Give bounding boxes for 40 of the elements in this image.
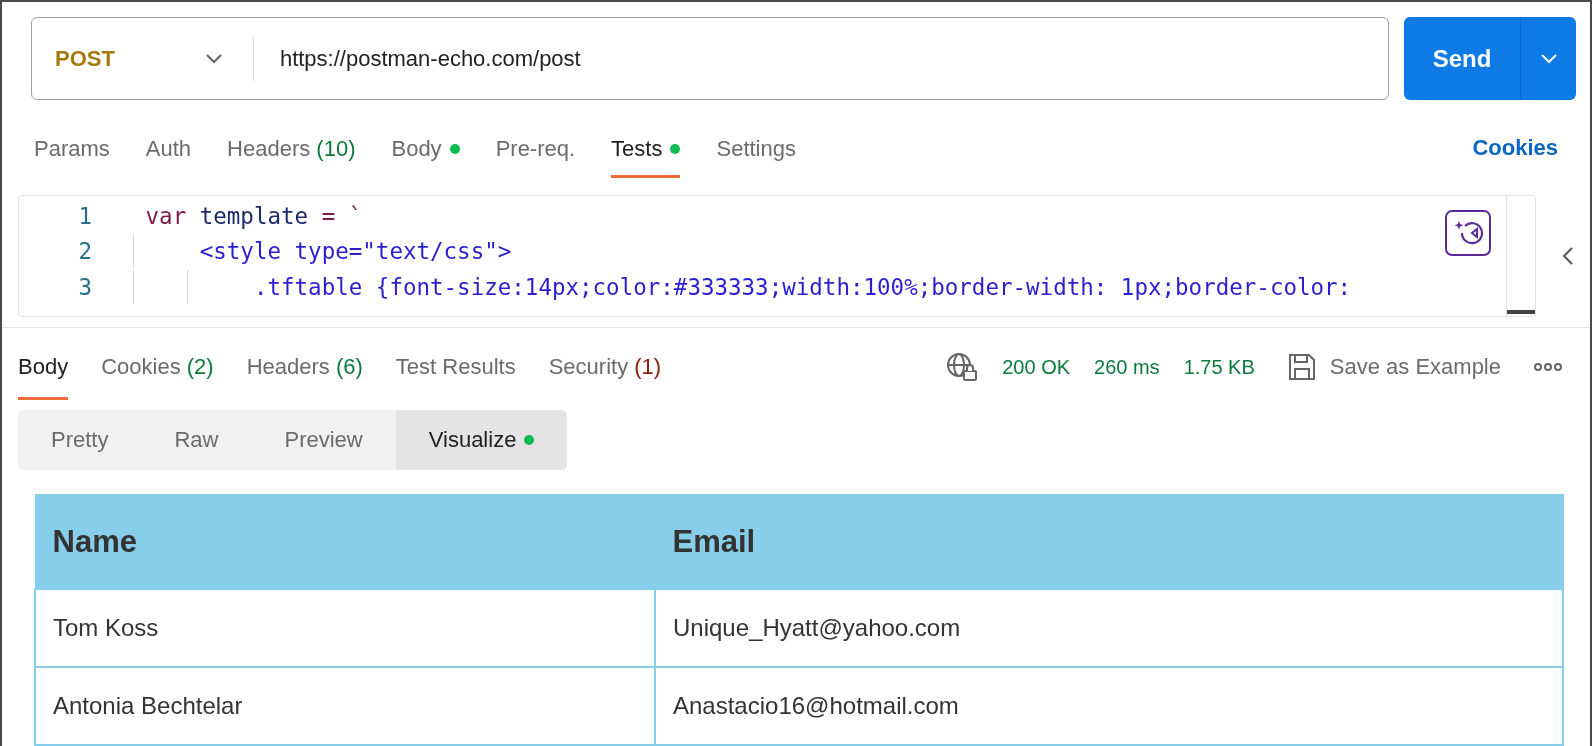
- response-tab[interactable]: Security (1): [548, 328, 662, 406]
- request-tab[interactable]: Body: [391, 100, 460, 195]
- more-icon[interactable]: [1534, 362, 1562, 372]
- code-editor[interactable]: 1 var template = ` 2 <style type="text/css"> 3 .tftable {font-size:14px;color:#333333;width:100%;border-width: 1px;border-color:: [18, 195, 1536, 317]
- column-header: Name: [35, 494, 655, 589]
- response-tab[interactable]: Cookies (2): [101, 328, 214, 406]
- table-cell: Tom Koss: [35, 589, 655, 667]
- cookies-link[interactable]: Cookies: [1472, 134, 1558, 161]
- chevron-down-icon: [204, 52, 223, 65]
- format-tab[interactable]: Raw: [141, 410, 252, 470]
- line-number: 2: [77, 238, 92, 265]
- response-tab[interactable]: Headers (6): [246, 328, 363, 406]
- request-tab[interactable]: Settings: [716, 100, 796, 195]
- save-as-example-button[interactable]: Save as Example: [1287, 353, 1501, 381]
- code-line: var template = `: [144, 202, 363, 229]
- request-tab[interactable]: Auth: [145, 100, 192, 195]
- line-number: 3: [77, 273, 92, 300]
- chevron-down-icon: [1539, 52, 1558, 65]
- format-tab[interactable]: Preview: [251, 410, 396, 470]
- column-header: Email: [655, 494, 1563, 589]
- response-tab[interactable]: Body: [18, 328, 69, 406]
- format-tab[interactable]: Pretty: [18, 410, 142, 470]
- url-field[interactable]: POST https://postman-echo.com/post: [31, 17, 1389, 100]
- request-tab[interactable]: Tests: [611, 100, 681, 195]
- request-tab[interactable]: Headers (10): [227, 100, 356, 195]
- chevron-left-icon[interactable]: [1562, 246, 1574, 266]
- method-dropdown[interactable]: POST: [32, 18, 253, 99]
- ai-assist-button[interactable]: [1445, 210, 1491, 256]
- globe-lock-icon[interactable]: [946, 352, 979, 382]
- table-cell: Unique_Hyatt@yahoo.com: [655, 589, 1563, 667]
- table-cell: Antonia Bechtelar: [35, 667, 655, 745]
- response-stat: 260 ms: [1094, 355, 1160, 379]
- response-stat: 200 OK: [1002, 355, 1071, 379]
- line-number: 1: [77, 202, 92, 229]
- response-tab[interactable]: Test Results: [395, 328, 516, 406]
- request-tab[interactable]: Params: [34, 100, 110, 195]
- request-tab[interactable]: Pre-req.: [495, 100, 576, 195]
- table-cell: Anastacio16@hotmail.com: [655, 667, 1563, 745]
- format-tab[interactable]: Visualize: [395, 410, 568, 470]
- response-stat: 1.75 KB: [1183, 355, 1255, 379]
